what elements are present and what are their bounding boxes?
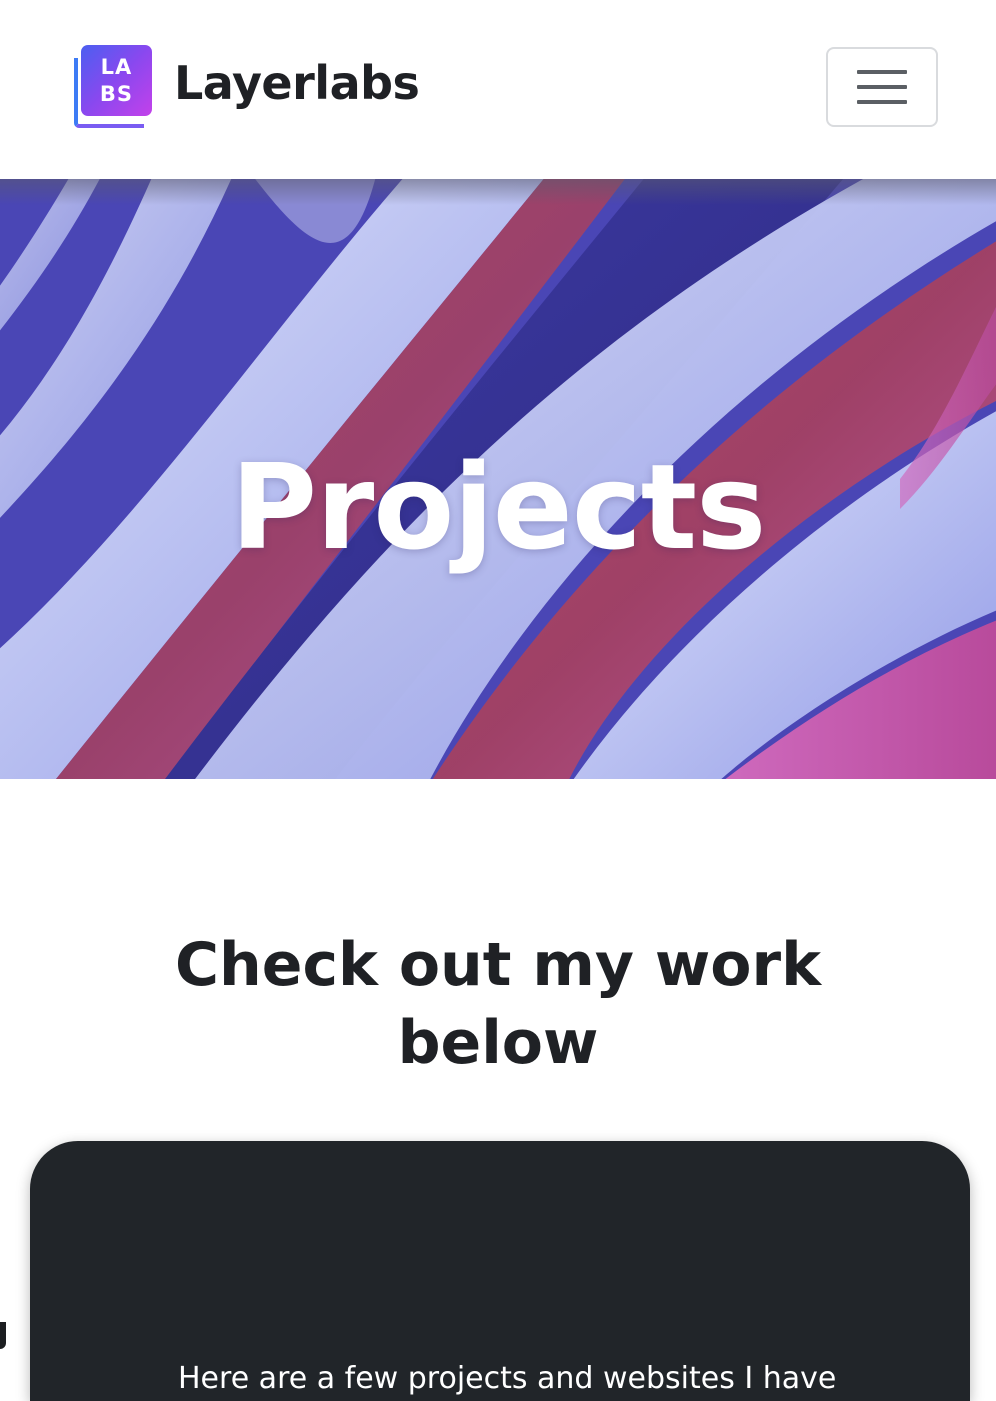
project-card: Here are a few projects and websites I h… bbox=[30, 1141, 970, 1401]
section-heading: Check out my work below bbox=[175, 929, 821, 1078]
brand-link[interactable]: LA BS Layerlabs bbox=[74, 44, 420, 130]
logo: LA BS bbox=[74, 44, 152, 130]
edge-decoration bbox=[0, 1322, 6, 1349]
hamburger-menu-icon bbox=[857, 70, 907, 74]
logo-text-line2: BS bbox=[99, 81, 134, 106]
page-title: Projects bbox=[230, 438, 767, 577]
hero-top-shadow bbox=[0, 179, 996, 205]
hamburger-menu-icon bbox=[857, 85, 907, 89]
card-intro-text: Here are a few projects and websites I h… bbox=[178, 1361, 837, 1396]
hamburger-menu-icon bbox=[857, 100, 907, 104]
brand-name: Layerlabs bbox=[174, 56, 420, 110]
menu-toggle-button[interactable] bbox=[826, 47, 938, 127]
navbar: LA BS Layerlabs bbox=[0, 0, 996, 179]
hero-banner: Projects bbox=[0, 179, 996, 779]
logo-text-line1: LA bbox=[100, 54, 133, 79]
logo-badge: LA BS bbox=[81, 45, 152, 116]
